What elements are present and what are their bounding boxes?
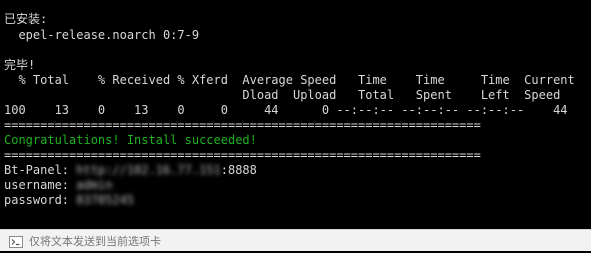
curl-header-line-1: % Total % Received % Xferd Average Speed… bbox=[4, 73, 575, 87]
installed-package: epel-release.noarch 0:7-9 bbox=[4, 28, 200, 42]
send-scope-status-bar[interactable]: 仅将文本发送到当前选项卡 bbox=[0, 229, 591, 251]
password-line: password: 83705245 bbox=[4, 193, 134, 208]
installed-header: 已安装: bbox=[4, 12, 48, 26]
curl-header-line-2: Dload Upload Total Spent Left Speed bbox=[4, 88, 561, 102]
password-label: password: bbox=[4, 193, 77, 207]
panel-port: :8888 bbox=[220, 163, 257, 177]
done-message: 完毕! bbox=[4, 58, 36, 72]
curl-progress-line: 100 13 0 13 0 0 44 0 --:--:-- --:--:-- -… bbox=[4, 103, 568, 117]
username-blurred: admin bbox=[76, 178, 113, 192]
panel-url-label: Bt-Panel: bbox=[4, 163, 77, 177]
separator-line: ========================================… bbox=[4, 118, 481, 132]
separator-line: ========================================… bbox=[4, 148, 481, 162]
username-label: username: bbox=[4, 178, 77, 192]
send-scope-label: 仅将文本发送到当前选项卡 bbox=[29, 234, 161, 248]
terminal-prompt-icon[interactable] bbox=[9, 235, 23, 248]
terminal-output[interactable]: 已安装: epel-release.noarch 0:7-9 完毕! % Tot… bbox=[0, 0, 591, 229]
password-blurred: 83705245 bbox=[76, 193, 135, 207]
panel-url-blurred: http://182.16.77.151 bbox=[76, 163, 221, 177]
panel-url-line: Bt-Panel: http://182.16.77.151:8888 bbox=[4, 163, 257, 178]
install-success-message: Congratulations! Install succeeded! bbox=[4, 133, 257, 147]
username-line: username: admin bbox=[4, 178, 112, 193]
